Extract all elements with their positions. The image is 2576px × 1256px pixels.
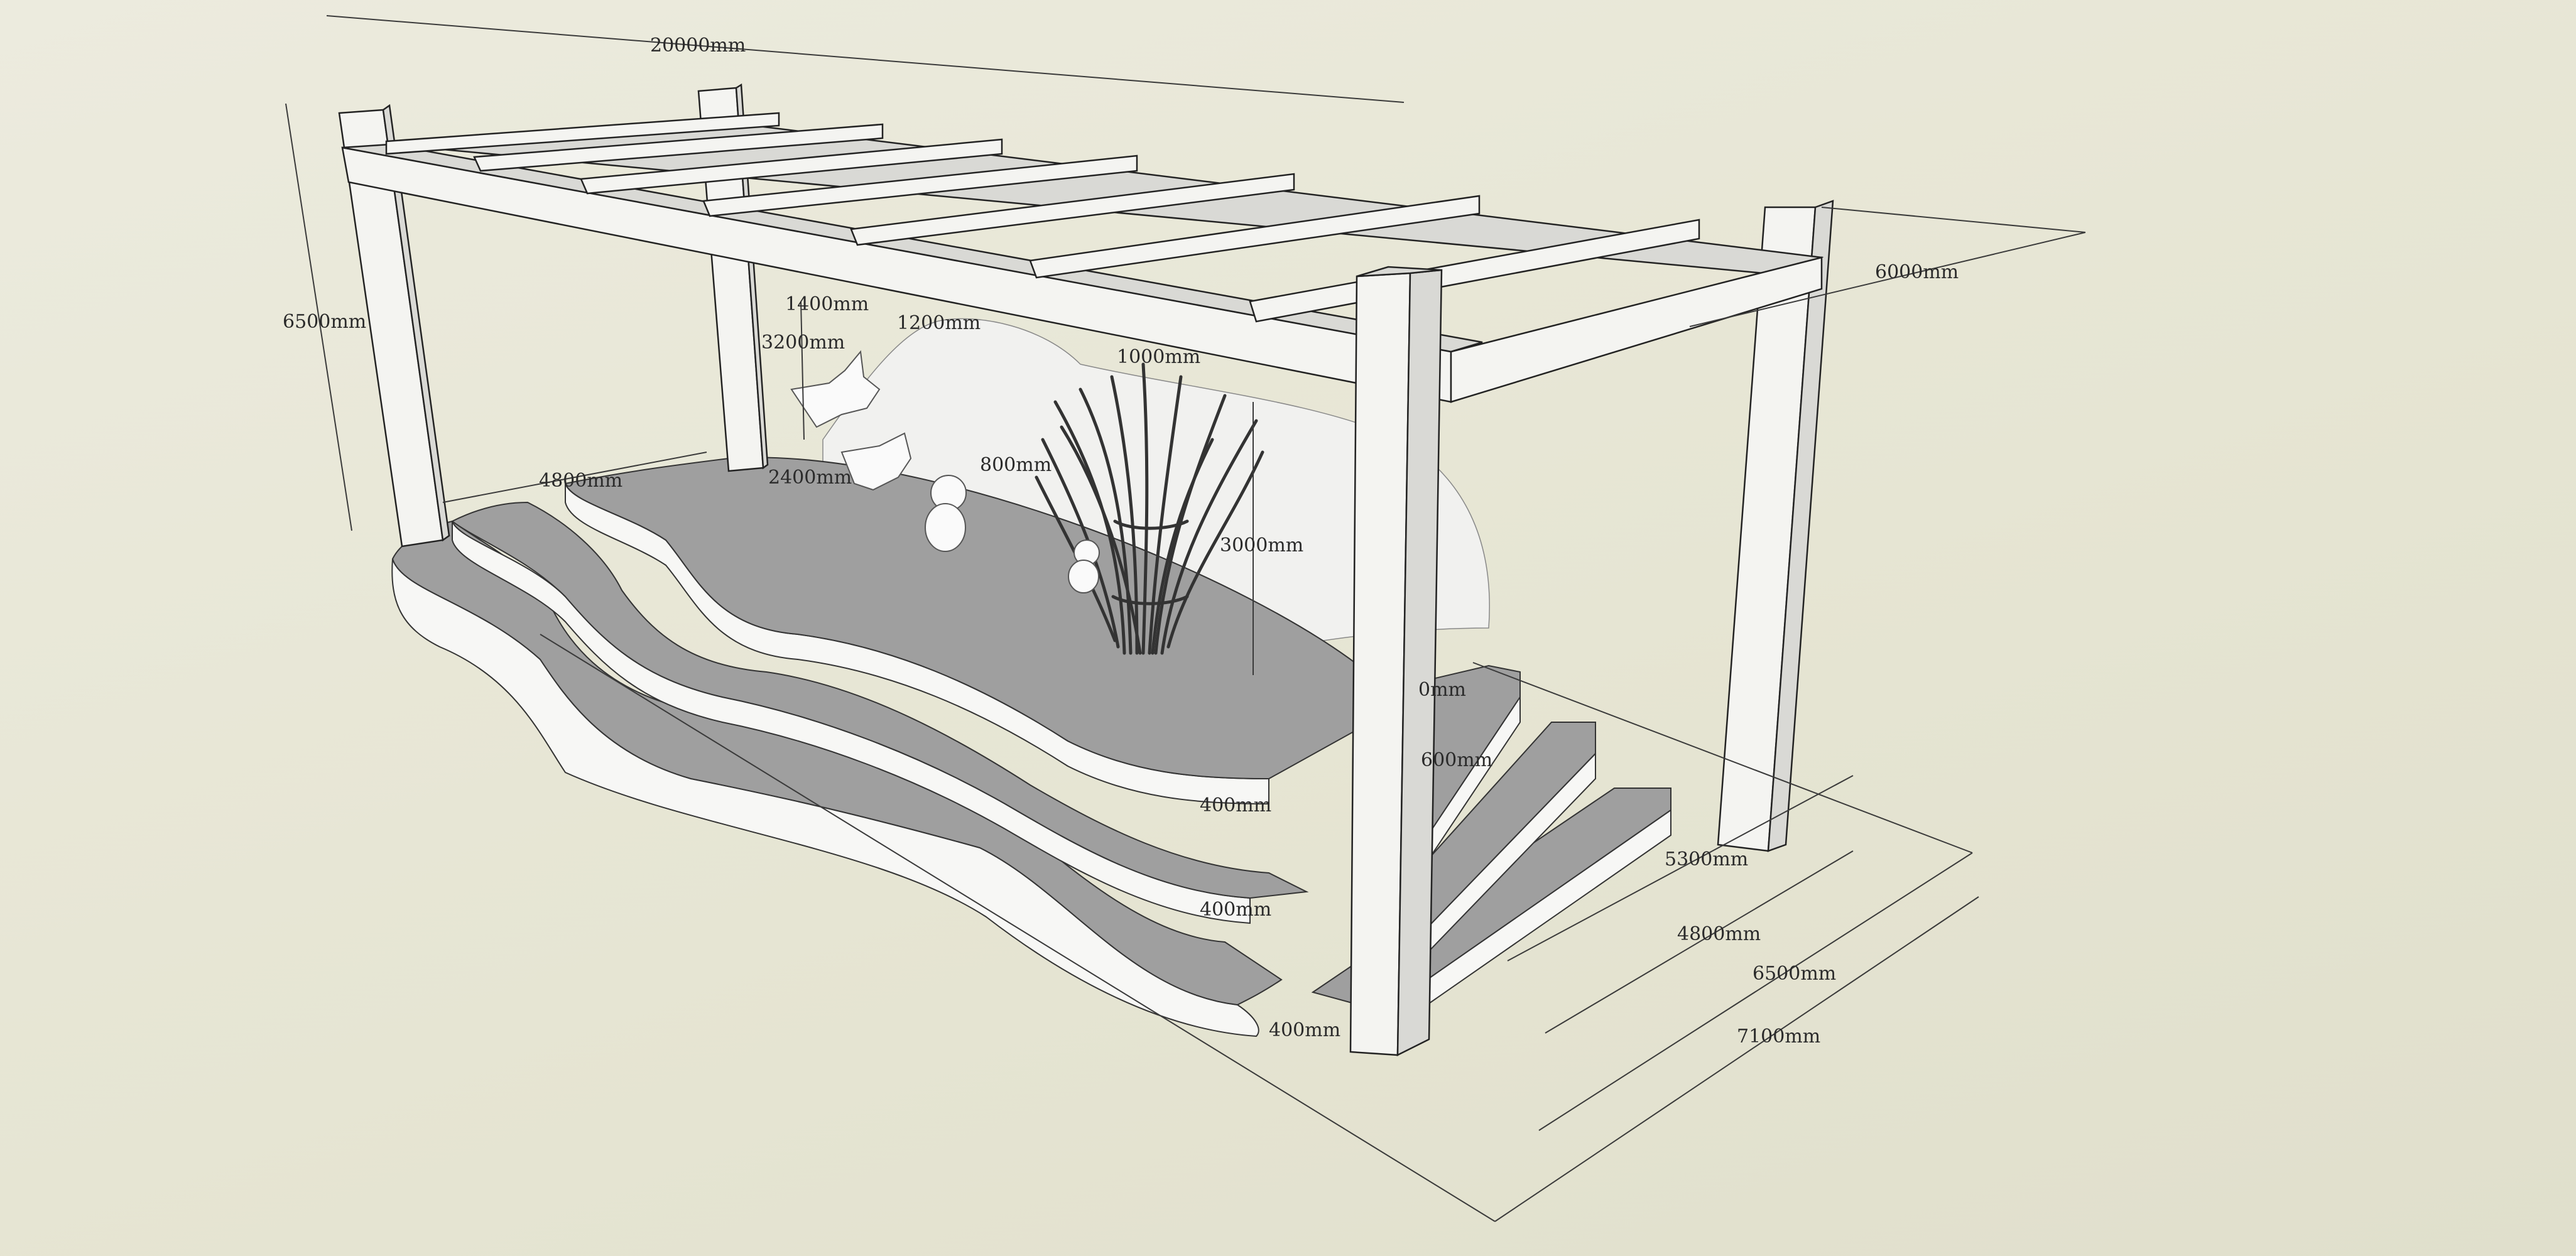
label-span-b: 800mm (980, 454, 1052, 476)
label-rail-b: 1200mm (897, 312, 981, 334)
label-span-a: 2400mm (768, 467, 852, 489)
dim-line-depth-3 (1538, 852, 1973, 1131)
label-riser-low: 400mm (1269, 1019, 1340, 1041)
label-roof-depth: 6000mm (1875, 261, 1959, 283)
dim-line-hang (800, 301, 805, 440)
label-step-b: 600mm (1421, 749, 1492, 771)
label-depth-4: 7100mm (1737, 1026, 1820, 1048)
label-depth-3: 6500mm (1753, 963, 1836, 985)
label-rail-a: 1400mm (785, 293, 869, 315)
dim-line-depth-4 (1494, 896, 1979, 1222)
label-depth-1: 5300mm (1665, 848, 1748, 870)
label-riser-mid: 400mm (1200, 899, 1271, 921)
dim-line-total-length (326, 15, 1405, 103)
label-hang-height: 3200mm (761, 332, 845, 354)
label-platform-left: 4800mm (539, 470, 622, 492)
teddy-bear-small-body (1068, 560, 1099, 593)
label-height: 6500mm (283, 311, 366, 333)
dim-line-roof-depth (1821, 207, 2086, 233)
label-riser-top: 400mm (1200, 794, 1271, 816)
label-depth-2: 4800mm (1677, 923, 1761, 945)
teddy-bear-large-body (925, 503, 966, 552)
label-top-gap: 1000mm (1117, 346, 1200, 368)
label-tree-height: 3000mm (1220, 534, 1303, 556)
label-total-length: 20000mm (650, 35, 746, 57)
label-step-a: 0mm (1418, 679, 1466, 701)
stage-model-drawing: 20000mm 6500mm 6000mm 1400mm 1200mm 3200… (283, 15, 2086, 1222)
